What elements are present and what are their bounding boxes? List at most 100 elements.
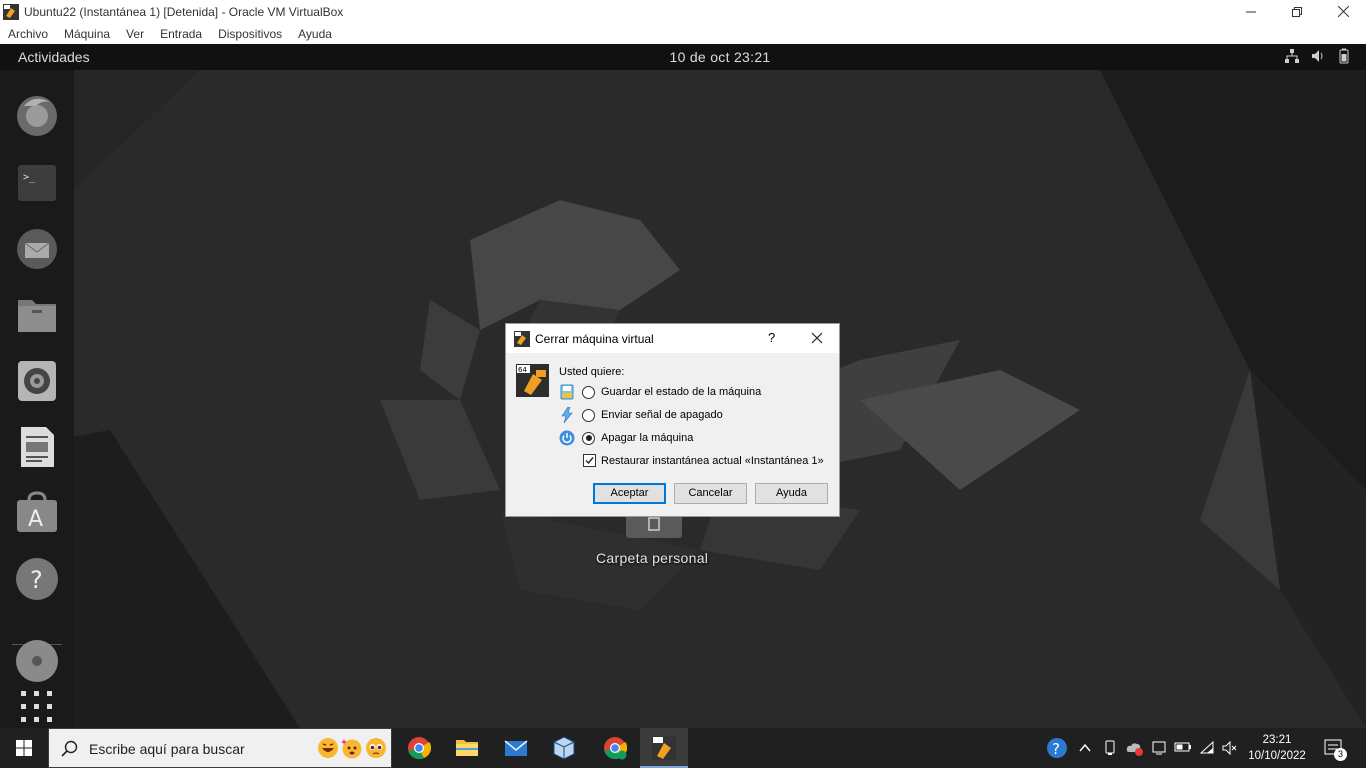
ubuntu-dock: >_ A ? [0,70,74,728]
taskbar-date: 10/10/2022 [1248,750,1306,762]
menu-ver[interactable]: Ver [126,27,144,41]
mail-icon [504,740,528,756]
option-acpi-shutdown[interactable]: Enviar señal de apagado [559,406,723,424]
battery-icon[interactable] [1336,48,1352,64]
close-icon [1337,6,1349,17]
search-placeholder: Escribe aquí para buscar [89,741,245,757]
dialog-help-button[interactable]: ? [768,330,775,345]
dialog-title: Cerrar máquina virtual [535,332,654,346]
save-state-icon [560,384,574,400]
taskbar-search[interactable]: Escribe aquí para buscar [48,728,392,768]
close-window-button[interactable] [1320,0,1366,23]
battery-icon[interactable] [1174,741,1192,753]
option-power-off-label: Apagar la máquina [601,432,694,444]
taskbar-virtualbox-manager[interactable] [540,728,588,768]
radio-acpi-shutdown[interactable] [582,408,595,422]
svg-text:64: 64 [518,366,527,374]
radio-save-state[interactable] [582,385,595,399]
display-settings-icon[interactable] [1151,740,1167,756]
chevron-up-icon[interactable] [1078,741,1092,755]
taskbar-mail[interactable] [492,728,540,768]
desktop-home-label: Carpeta personal [596,550,709,566]
dialog-close-button[interactable] [809,330,825,346]
menu-entrada[interactable]: Entrada [160,27,202,41]
taskbar-chrome-profile[interactable] [591,728,639,768]
folder-icon [456,740,478,756]
radio-power-off[interactable] [582,431,595,445]
virtualbox-cube-icon [553,736,575,760]
guest-clock[interactable]: 10 de oct 23:21 [0,49,1366,65]
accept-button[interactable]: Aceptar [593,483,666,504]
windows-taskbar: Escribe aquí para buscar ? 23:21 10/10/2… [0,728,1366,768]
emoji-laughing-icon [318,738,338,758]
start-button[interactable] [0,728,48,768]
files-icon[interactable] [14,292,60,338]
option-save-state[interactable]: Guardar el estado de la máquina [559,383,761,401]
terminal-icon[interactable]: >_ [14,160,60,206]
dialog-prompt: Usted quiere: [559,366,625,378]
taskbar-time: 23:21 [1262,734,1292,746]
network-icon[interactable] [1284,48,1300,64]
taskbar-virtualbox-vm[interactable] [640,728,688,768]
acpi-shutdown-icon [561,407,573,423]
power-off-icon [559,430,575,446]
home-folder-icon [626,514,682,538]
volume-muted-icon[interactable] [1222,740,1238,756]
vm-64bit-icon [652,736,676,760]
menu-ayuda[interactable]: Ayuda [298,27,332,41]
virtualbox-app-icon [3,3,19,20]
gnome-topbar: Actividades 10 de oct 23:21 [0,44,1366,70]
usb-device-icon[interactable] [1103,740,1117,756]
help-icon[interactable]: ? [14,556,60,602]
firefox-icon[interactable] [14,92,60,138]
svg-text:?: ? [1052,740,1060,758]
svg-text:?: ? [30,566,43,594]
vm-64bit-icon: 64 [516,364,549,397]
chrome-profile-icon [604,737,627,760]
dvd-icon[interactable] [14,637,60,683]
rhythmbox-icon[interactable] [14,358,60,404]
window-title: Ubuntu22 (Instantánea 1) [Detenida] - Or… [24,4,344,19]
notification-count-badge: 3 [1334,748,1347,761]
window-menubar: Archivo Máquina Ver Entrada Dispositivos… [0,23,1366,44]
chrome-icon [408,737,431,760]
onedrive-error-icon[interactable] [1126,740,1144,756]
taskbar-clock[interactable]: 23:21 10/10/2022 [1240,732,1314,764]
close-vm-dialog: Cerrar máquina virtual ? 64 Usted quiere… [505,323,840,517]
checkmark-icon [585,457,594,465]
wifi-icon[interactable] [1199,740,1215,756]
svg-text:A: A [28,507,43,532]
virtualbox-app-icon [514,331,530,347]
restore-snapshot-label: Restaurar instantánea actual «Instantáne… [601,454,824,467]
svg-text:>_: >_ [23,172,36,183]
taskbar-file-explorer[interactable] [443,728,491,768]
volume-icon[interactable] [1310,48,1326,64]
menu-dispositivos[interactable]: Dispositivos [218,27,282,41]
taskbar-chrome[interactable] [395,728,443,768]
search-icon [61,740,78,757]
dialog-titlebar: Cerrar máquina virtual ? [506,324,839,353]
help-circle-icon[interactable]: ? [1046,737,1068,759]
restore-snapshot-checkbox[interactable] [583,454,596,467]
guest-tray[interactable] [1284,48,1352,64]
thunderbird-icon[interactable] [14,226,60,272]
minimize-icon [1246,11,1256,12]
restore-button[interactable] [1274,0,1320,23]
show-apps-icon[interactable] [14,684,60,728]
emoji-sparkle-face-icon [341,739,362,759]
cancel-button[interactable]: Cancelar [674,483,747,504]
option-acpi-shutdown-label: Enviar señal de apagado [601,409,723,421]
menu-maquina[interactable]: Máquina [64,27,110,41]
menu-archivo[interactable]: Archivo [8,27,48,41]
app-center-icon[interactable]: A [14,490,60,536]
windows-logo-icon [16,740,32,756]
window-titlebar: Ubuntu22 (Instantánea 1) [Detenida] - Or… [0,0,1366,23]
option-power-off[interactable]: Apagar la máquina [559,429,693,447]
emoji-pleading-icon [366,738,386,758]
writer-icon[interactable] [14,424,60,470]
system-tray: ? [1046,728,1238,768]
restore-snapshot-option[interactable]: Restaurar instantánea actual «Instantáne… [583,454,824,467]
help-button[interactable]: Ayuda [755,483,828,504]
restore-icon [1292,6,1302,17]
minimize-button[interactable] [1228,0,1274,23]
